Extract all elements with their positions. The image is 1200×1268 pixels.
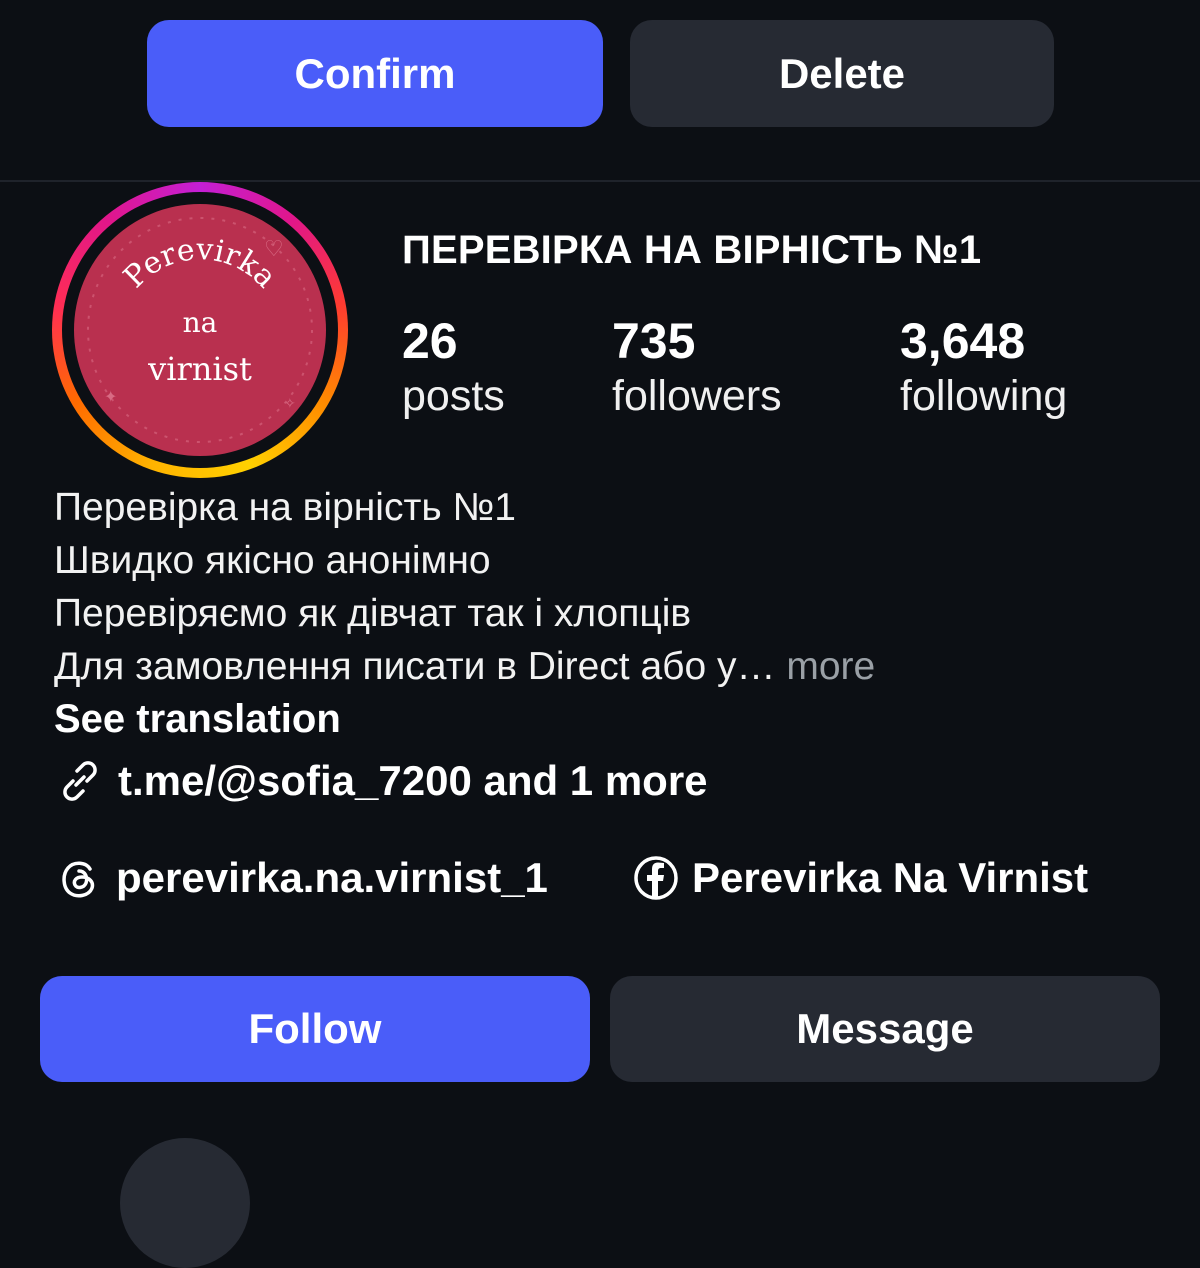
followers-label: followers (612, 372, 782, 420)
bio-line: Перевірка на вірність №1 (54, 486, 517, 529)
posts-count: 26 (402, 313, 458, 369)
posts-stat[interactable]: 26 posts (402, 312, 505, 422)
avatar[interactable]: Perevirka na virnist ♡ ✦ ✧ (74, 204, 326, 456)
avatar-logo: Perevirka na virnist ♡ ✦ ✧ (87, 217, 313, 443)
threads-handle: perevirka.na.virnist_1 (116, 854, 548, 901)
following-stat[interactable]: 3,648 following (900, 312, 1067, 422)
facebook-link[interactable]: Perevirka Na Virnist (630, 852, 1088, 904)
message-button-label: Message (796, 1005, 974, 1052)
posts-label: posts (402, 372, 505, 420)
following-count: 3,648 (900, 313, 1026, 369)
sparkle-icon: ✧ (284, 395, 296, 411)
bio-line: Для замовлення писати в Direct або у… (54, 645, 776, 688)
more-link[interactable]: more (786, 645, 875, 688)
highlight-circle[interactable] (120, 1138, 250, 1268)
delete-button[interactable]: Delete (630, 20, 1054, 127)
message-button[interactable]: Message (610, 976, 1160, 1082)
followers-stat[interactable]: 735 followers (612, 312, 782, 422)
bio-line: Перевіряємо як дівчат так і хлопців (54, 592, 692, 635)
followers-count: 735 (612, 313, 696, 369)
avatar-text-middle: na (183, 306, 218, 339)
follow-button-label: Follow (248, 1005, 382, 1052)
delete-button-label: Delete (778, 49, 906, 97)
link-text: t.me/@sofia_7200 and 1 more (118, 757, 708, 804)
follow-button[interactable]: Follow (40, 976, 590, 1082)
link-icon (63, 761, 97, 801)
facebook-name: Perevirka Na Virnist (692, 854, 1089, 901)
threads-link[interactable]: perevirka.na.virnist_1 (54, 852, 548, 904)
external-link[interactable]: t.me/@sofia_7200 and 1 more (54, 755, 708, 807)
profile-name: ПЕРЕВІРКА НА ВІРНІСТЬ №1 (402, 228, 982, 272)
bio: Перевірка на вірність №1 Швидко якісно а… (54, 481, 875, 693)
avatar-text-bottom: virnist (147, 350, 252, 388)
heart-icon: ♡ (264, 236, 284, 261)
following-label: following (900, 372, 1068, 420)
confirm-button-label: Confirm (294, 49, 456, 97)
threads-icon (62, 861, 95, 898)
avatar-text-top: Perevirka (117, 232, 283, 295)
facebook-icon (634, 856, 678, 900)
confirm-button[interactable]: Confirm (147, 20, 603, 127)
divider (0, 180, 1200, 182)
sparkle-icon: ✦ (104, 389, 117, 406)
bio-line-truncated: Для замовлення писати в Direct або у… mo… (54, 640, 875, 693)
see-translation-link[interactable]: See translation (54, 697, 341, 742)
bio-line: Швидко якісно анонімно (54, 539, 491, 582)
svg-text:Perevirka: Perevirka (117, 232, 283, 295)
